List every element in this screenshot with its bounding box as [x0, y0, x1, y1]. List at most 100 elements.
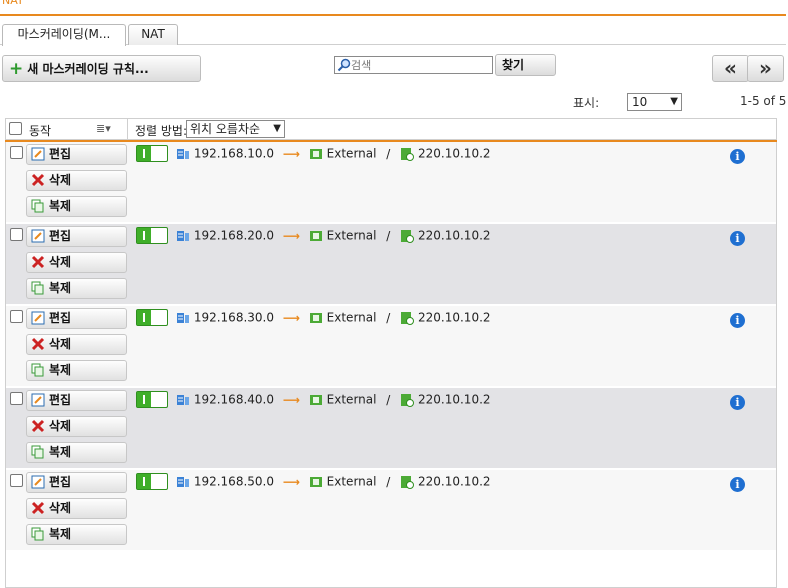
copy-icon	[31, 527, 44, 541]
delete-label: 삭제	[49, 419, 72, 433]
network-icon	[177, 312, 189, 323]
delete-icon	[31, 501, 45, 515]
toggle-on-indicator	[137, 392, 151, 407]
delete-button[interactable]: 삭제	[26, 170, 127, 191]
rule-summary: 192.168.20.0 ⟶ External / 220.10.10.2	[176, 228, 491, 244]
delete-icon	[31, 255, 45, 269]
copy-button[interactable]: 복제	[26, 278, 127, 299]
row-checkbox[interactable]	[10, 310, 23, 323]
interface-icon	[309, 394, 322, 405]
copy-icon	[31, 363, 44, 377]
edit-label: 편집	[49, 229, 72, 243]
host-icon	[401, 475, 415, 489]
enable-toggle[interactable]	[136, 309, 168, 326]
copy-button[interactable]: 복제	[26, 524, 127, 545]
toggle-on-indicator	[137, 228, 151, 243]
edit-icon	[31, 311, 45, 325]
interface-icon	[309, 476, 322, 487]
interface-name[interactable]: External	[327, 147, 377, 161]
find-button[interactable]: 찾기	[495, 54, 556, 76]
enable-toggle[interactable]	[136, 145, 168, 162]
source-network[interactable]: 192.168.10.0	[194, 147, 274, 161]
copy-label: 복제	[49, 199, 72, 213]
enable-toggle[interactable]	[136, 473, 168, 490]
tab-nat[interactable]: NAT	[128, 24, 178, 45]
add-masquerading-rule-button[interactable]: + 새 마스커레이딩 규칙...	[2, 55, 201, 82]
header-action: 동작	[29, 124, 52, 138]
separator: /	[386, 474, 391, 489]
row-checkbox[interactable]	[10, 474, 23, 487]
interface-name[interactable]: External	[327, 393, 377, 407]
toggle-on-indicator	[137, 146, 151, 161]
info-icon[interactable]: i	[730, 231, 745, 246]
edit-button[interactable]: 편집	[26, 226, 127, 247]
row-checkbox[interactable]	[10, 228, 23, 241]
rule-summary: 192.168.50.0 ⟶ External / 220.10.10.2	[176, 474, 491, 490]
nat-address[interactable]: 220.10.10.2	[418, 393, 491, 407]
search-icon	[337, 58, 351, 72]
nat-address[interactable]: 220.10.10.2	[418, 311, 491, 325]
edit-label: 편집	[49, 475, 72, 489]
row-checkbox[interactable]	[10, 146, 23, 159]
interface-name[interactable]: External	[327, 311, 377, 325]
delete-button[interactable]: 삭제	[26, 498, 127, 519]
info-icon[interactable]: i	[730, 313, 745, 328]
info-icon[interactable]: i	[730, 477, 745, 492]
delete-icon	[31, 173, 45, 187]
host-icon	[401, 229, 415, 243]
row-checkbox[interactable]	[10, 392, 23, 405]
table-row: 편집 삭제 복제 192.168.30.0 ⟶ External / 220.1…	[6, 306, 776, 386]
enable-toggle[interactable]	[136, 227, 168, 244]
source-network[interactable]: 192.168.20.0	[194, 229, 274, 243]
delete-label: 삭제	[49, 501, 72, 515]
first-page-button[interactable]: «	[712, 55, 749, 82]
rule-summary: 192.168.10.0 ⟶ External / 220.10.10.2	[176, 146, 491, 162]
edit-button[interactable]: 편집	[26, 390, 127, 411]
edit-label: 편집	[49, 147, 72, 161]
column-menu-icon[interactable]: ≣▾	[96, 122, 111, 135]
enable-toggle[interactable]	[136, 391, 168, 408]
info-icon[interactable]: i	[730, 149, 745, 164]
table-row: 편집 삭제 복제 192.168.40.0 ⟶ External / 220.1…	[6, 388, 776, 468]
nat-address[interactable]: 220.10.10.2	[418, 147, 491, 161]
copy-icon	[31, 281, 44, 295]
delete-button[interactable]: 삭제	[26, 334, 127, 355]
search-input[interactable]	[351, 57, 491, 73]
search-box[interactable]	[334, 56, 493, 74]
copy-button[interactable]: 복제	[26, 442, 127, 463]
interface-icon	[309, 230, 322, 241]
info-icon[interactable]: i	[730, 395, 745, 410]
source-network[interactable]: 192.168.50.0	[194, 475, 274, 489]
host-icon	[401, 147, 415, 161]
tab-masquerading[interactable]: 마스커레이딩(M...	[2, 24, 126, 46]
edit-button[interactable]: 편집	[26, 144, 127, 165]
copy-label: 복제	[49, 363, 72, 377]
delete-button[interactable]: 삭제	[26, 416, 127, 437]
arrow-right-icon: ⟶	[282, 228, 301, 243]
copy-label: 복제	[49, 527, 72, 541]
edit-button[interactable]: 편집	[26, 472, 127, 493]
sort-select[interactable]: 위치 오름차순 ▼	[186, 120, 285, 138]
source-network[interactable]: 192.168.40.0	[194, 393, 274, 407]
interface-name[interactable]: External	[327, 229, 377, 243]
interface-name[interactable]: External	[327, 475, 377, 489]
table-row: 편집 삭제 복제 192.168.50.0 ⟶ External / 220.1…	[6, 470, 776, 550]
page-size-select[interactable]: 10 ▼	[627, 93, 682, 111]
nat-address[interactable]: 220.10.10.2	[418, 229, 491, 243]
arrow-right-icon: ⟶	[282, 146, 301, 161]
source-network[interactable]: 192.168.30.0	[194, 311, 274, 325]
edit-button[interactable]: 편집	[26, 308, 127, 329]
page-title: NAT	[2, 0, 24, 7]
last-page-button[interactable]: »	[747, 55, 784, 82]
select-all-checkbox[interactable]	[9, 122, 22, 135]
nat-address[interactable]: 220.10.10.2	[418, 475, 491, 489]
delete-button[interactable]: 삭제	[26, 252, 127, 273]
separator: /	[386, 310, 391, 325]
separator: /	[386, 392, 391, 407]
delete-icon	[31, 337, 45, 351]
result-range: 1-5 of 5	[740, 94, 787, 108]
copy-button[interactable]: 복제	[26, 196, 127, 217]
edit-icon	[31, 229, 45, 243]
copy-button[interactable]: 복제	[26, 360, 127, 381]
plus-icon: +	[9, 59, 24, 79]
